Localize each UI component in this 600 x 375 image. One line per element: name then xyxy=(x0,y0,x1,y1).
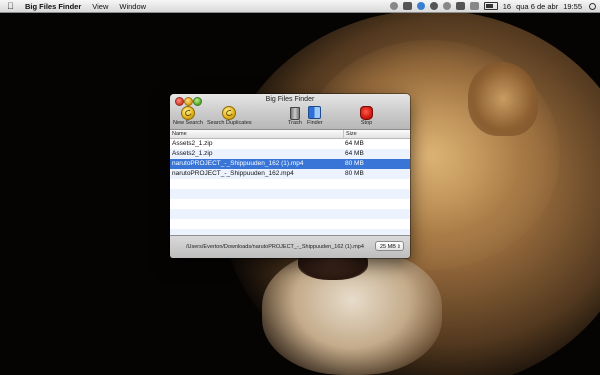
search-duplicates-label: Search Duplicates xyxy=(207,120,252,126)
table-row[interactable]: Assets2_1.zip 64 MB xyxy=(170,149,410,159)
menu-bar:  Big Files Finder View Window 16 qua 6 … xyxy=(0,0,600,13)
new-search-label: New Search xyxy=(173,120,203,126)
table-row-empty xyxy=(170,199,410,209)
volume-icon[interactable] xyxy=(469,2,479,10)
trash-icon xyxy=(289,107,300,120)
finder-label: Finder xyxy=(307,120,323,126)
finder-icon xyxy=(308,106,322,119)
minimum-size-value: 25 MB xyxy=(380,244,396,250)
trash-button[interactable]: Trash xyxy=(288,106,302,126)
table-row[interactable]: narutoPROJECT_-_Shippuuden_162.mp4 80 MB xyxy=(170,169,410,179)
new-search-icon xyxy=(180,106,195,120)
menu-window[interactable]: Window xyxy=(119,2,146,11)
trash-label: Trash xyxy=(288,120,302,126)
app-menu[interactable]: Big Files Finder xyxy=(25,2,81,11)
column-header-size[interactable]: Size xyxy=(344,130,410,138)
lion-ear xyxy=(468,62,538,136)
results-table[interactable]: Name Size Assets2_1.zip 64 MB Assets2_1.… xyxy=(170,130,410,239)
column-header-name[interactable]: Name xyxy=(170,130,344,138)
sync-icon[interactable] xyxy=(389,2,398,10)
file-size-cell: 80 MB xyxy=(345,160,364,167)
table-row-empty xyxy=(170,189,410,199)
table-row-empty xyxy=(170,209,410,219)
window-title: Big Files Finder xyxy=(265,96,315,103)
finder-button[interactable]: Finder xyxy=(307,106,323,126)
battery-time: 16 xyxy=(502,1,512,11)
apple-menu-icon[interactable]:  xyxy=(7,1,16,11)
table-rows: Assets2_1.zip 64 MB Assets2_1.zip 64 MB … xyxy=(170,139,410,239)
file-name-cell: Assets2_1.zip xyxy=(172,140,213,147)
file-name-cell: Assets2_1.zip xyxy=(172,150,213,157)
wifi-icon[interactable] xyxy=(455,2,465,10)
table-row-selected[interactable]: narutoPROJECT_-_Shippuuden_162 (1).mp4 8… xyxy=(170,159,410,169)
bluetooth-icon[interactable] xyxy=(442,2,451,10)
menubar-clock[interactable]: 19:55 xyxy=(563,2,582,11)
menu-view[interactable]: View xyxy=(92,2,108,11)
file-name-cell: narutoPROJECT_-_Shippuuden_162.mp4 xyxy=(172,170,294,177)
network-icon[interactable] xyxy=(416,2,425,10)
minimum-size-select[interactable]: 25 MB ⇕ xyxy=(375,241,404,251)
table-row[interactable]: Assets2_1.zip 64 MB xyxy=(170,139,410,149)
table-row-empty xyxy=(170,179,410,189)
status-area: 16 qua 6 de abr 19:55 xyxy=(389,0,596,12)
window-titlebar[interactable]: Big Files Finder New Search Search Dupli… xyxy=(170,94,410,130)
search-duplicates-button[interactable]: Search Duplicates xyxy=(207,106,252,126)
menubar-date[interactable]: qua 6 de abr xyxy=(516,2,558,11)
file-size-cell: 80 MB xyxy=(345,170,364,177)
select-arrows-icon: ⇕ xyxy=(396,244,401,250)
selected-file-path: /Users/Everton/Downloads/narutoPROJECT_-… xyxy=(186,244,364,250)
time-machine-icon[interactable] xyxy=(429,2,438,10)
table-header: Name Size xyxy=(170,130,410,139)
file-size-cell: 64 MB xyxy=(345,150,364,157)
file-size-cell: 64 MB xyxy=(345,140,364,147)
table-row-empty xyxy=(170,219,410,229)
new-search-button[interactable]: New Search xyxy=(173,106,203,126)
stop-button[interactable]: Stop xyxy=(360,106,373,126)
file-name-cell: narutoPROJECT_-_Shippuuden_162 (1).mp4 xyxy=(172,160,304,167)
search-duplicates-icon xyxy=(222,106,237,120)
app-window: Big Files Finder New Search Search Dupli… xyxy=(170,94,410,258)
stop-hand-icon xyxy=(360,106,373,120)
battery-icon[interactable] xyxy=(483,2,498,10)
display-icon[interactable] xyxy=(402,2,412,10)
stop-label: Stop xyxy=(360,120,373,126)
spotlight-search-icon[interactable] xyxy=(589,2,596,10)
status-footer: /Users/Everton/Downloads/narutoPROJECT_-… xyxy=(170,235,410,258)
